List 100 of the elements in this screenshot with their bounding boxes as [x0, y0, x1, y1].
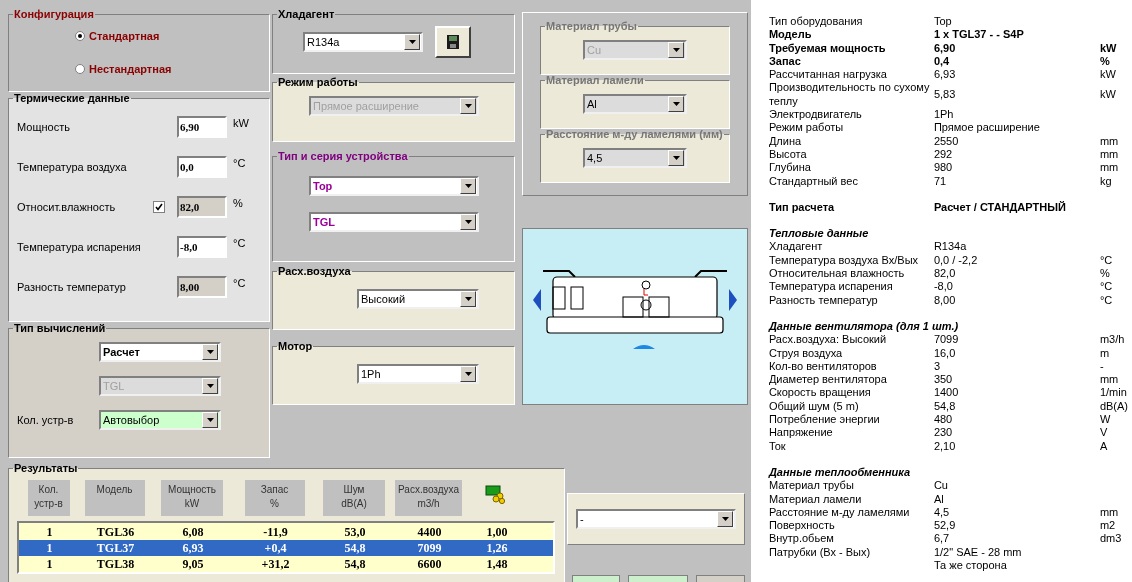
report-label: Материал трубы: [768, 479, 854, 492]
caret-icon: [668, 42, 684, 58]
group-title: Термические данные: [13, 92, 131, 104]
field-label: Температура испарения: [17, 239, 142, 255]
report-label: Глубина: [768, 161, 811, 174]
input-field[interactable]: 0,0: [177, 156, 227, 178]
table-cell-text: +31,2: [260, 556, 291, 573]
dropdown[interactable]: TGL: [309, 212, 479, 232]
report-label: Кол-во вентиляторов: [768, 359, 877, 372]
report-label: Хладагент: [768, 240, 823, 253]
report-unit: mm: [1099, 147, 1119, 162]
dropdown[interactable]: R134a: [303, 32, 423, 52]
radio-button[interactable]: [75, 63, 85, 74]
column-header: Кол. устр-в: [27, 480, 70, 516]
dropdown[interactable]: -: [576, 509, 736, 529]
input-field[interactable]: -8,0: [177, 236, 227, 258]
dropdown[interactable]: 1Ph: [357, 364, 479, 384]
result-row[interactable]: 1 TGL38 9,05 +31,2 54,8 6600 1,48: [19, 556, 553, 572]
result-row[interactable]: 1 TGL37 6,93 +0,4 54,8 7099 1,26: [19, 540, 553, 556]
money-icon: [485, 484, 507, 504]
dropdown[interactable]: Высокий: [357, 289, 479, 309]
dropdown[interactable]: Al: [583, 94, 687, 114]
report-label: Модель: [768, 28, 812, 41]
input-field[interactable]: 8,00: [177, 276, 227, 298]
table-cell-text: 54,8: [343, 556, 367, 573]
result-row[interactable]: 1 TGL36 6,08 -11,9 53,0 4400 1,00: [19, 524, 553, 540]
caret-icon: [668, 150, 684, 166]
report-label: Струя воздуха: [768, 346, 843, 359]
report-unit: %: [1099, 54, 1110, 69]
report-label: Стандартный вес: [768, 174, 858, 187]
column-header: Модель: [84, 480, 145, 516]
report-unit: kW: [1099, 88, 1116, 102]
report-value: -8,0: [933, 280, 953, 293]
table-cell-text: 6,08: [181, 524, 205, 541]
table-cell-text: TGL36: [95, 524, 136, 541]
report-value: 82,0: [933, 267, 956, 280]
caret-icon: [202, 344, 218, 360]
table-cell-text: 1,26: [485, 540, 509, 557]
report-unit: mm: [1099, 373, 1119, 387]
field-label: Мощность: [17, 119, 71, 135]
unit-label: °C: [233, 235, 246, 251]
report-value: 4,5: [933, 505, 950, 518]
report-unit: m2: [1099, 519, 1116, 533]
report-unit: °C: [1099, 293, 1113, 307]
report-unit: %: [1099, 267, 1110, 281]
report-label: Запас: [768, 54, 801, 67]
dropdown[interactable]: Top: [309, 176, 479, 196]
dropdown[interactable]: 4,5: [583, 148, 687, 168]
section-heading: Данные вентилятора (для 1 шт.): [768, 319, 960, 334]
report-value: Al: [933, 492, 944, 505]
report-value: 16,0: [933, 346, 956, 359]
radio-label[interactable]: Стандартная: [89, 28, 160, 45]
caret-icon: [202, 378, 218, 394]
table-cell-text: TGL38: [95, 556, 136, 573]
unit-label: °C: [233, 155, 246, 171]
report-unit: V: [1099, 426, 1108, 440]
report-label: Материал ламели: [768, 492, 862, 505]
report-label: Патрубки (Вх - Вых): [768, 545, 871, 558]
report-value: 230: [933, 426, 953, 439]
unit-label: °C: [233, 275, 246, 291]
report-value: 2550: [933, 134, 959, 147]
report-label: Поверхность: [768, 519, 835, 532]
report-label: Режим работы: [768, 121, 844, 134]
section-heading: Данные теплообменника: [768, 465, 912, 480]
report-label: Общий шум (5 m): [768, 399, 859, 412]
caret-icon: [460, 178, 476, 194]
report-unit: m: [1099, 346, 1110, 360]
report-unit: dB(A): [1099, 399, 1128, 413]
group-title: Режим работы: [277, 76, 359, 88]
input-field[interactable]: 82,0: [177, 196, 227, 218]
radio-button[interactable]: [75, 31, 85, 42]
caret-icon: [460, 98, 476, 114]
report-value: 71: [933, 174, 947, 187]
report-value: 980: [933, 161, 953, 174]
report-value: 480: [933, 413, 953, 425]
group-title: Материал ламели: [545, 74, 645, 86]
report-value: Та же сторона: [933, 559, 1007, 571]
group-title: Хладагент: [277, 8, 336, 20]
report-unit: °C: [1099, 253, 1113, 268]
dropdown[interactable]: Расчет: [99, 342, 221, 362]
table-cell-text: 7099: [416, 540, 443, 557]
report-value: 54,8: [933, 399, 956, 412]
caret-icon: [460, 366, 476, 382]
radio-label[interactable]: Нестандартная: [89, 60, 172, 77]
report-value: R134a: [933, 240, 967, 253]
checkbox[interactable]: [153, 201, 165, 213]
report-label: Расх.воздуха: Высокий: [768, 333, 887, 346]
field-label: Температура воздуха: [17, 159, 128, 175]
table-cell-text: 9,05: [181, 556, 205, 573]
unit-label: kW: [233, 115, 249, 131]
column-header: Запас %: [244, 480, 305, 516]
group-title: Материал трубы: [545, 20, 638, 32]
save-button[interactable]: [435, 26, 471, 58]
report-unit: °C: [1099, 280, 1113, 294]
unit-label: %: [233, 195, 243, 211]
report-value: 6,93: [933, 68, 956, 81]
report-value: Top: [933, 15, 952, 27]
input-field[interactable]: 6,90: [177, 116, 227, 138]
dropdown[interactable]: Автовыбор: [99, 410, 221, 430]
field-label: Относит.влажность: [17, 199, 117, 215]
